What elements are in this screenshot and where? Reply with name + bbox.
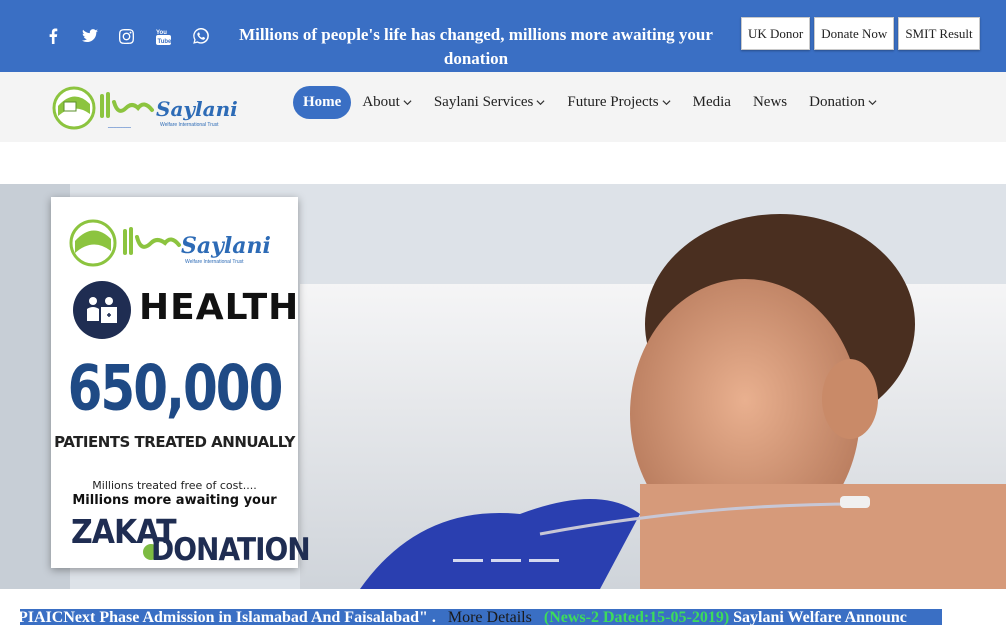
card-stat-value: 650,000 xyxy=(67,351,284,425)
card-logo-subtext: Welfare International Trust xyxy=(185,259,244,265)
chevron-down-icon xyxy=(536,99,545,105)
ticker-more-details-link[interactable]: More Details xyxy=(448,609,532,625)
chevron-down-icon xyxy=(868,99,877,105)
top-bar: You Tube Millions of people's life has ch… xyxy=(0,0,1006,72)
whatsapp-icon[interactable] xyxy=(182,24,219,48)
ticker-headline: PIAICNext Phase Admission in Islamabad A… xyxy=(20,609,436,625)
main-navbar: Saylani Welfare International Trust ــــ… xyxy=(0,72,1006,142)
health-campaign-card: Saylani Welfare International Trust HEAL… xyxy=(51,197,311,568)
twitter-icon[interactable] xyxy=(71,24,108,48)
youtube-icon[interactable]: You Tube xyxy=(145,24,182,48)
card-cta-donation: DONATION xyxy=(151,531,311,568)
ticker-end xyxy=(942,609,1006,625)
nav-news-label: News xyxy=(752,93,788,110)
card-line2: Millions more awaiting your xyxy=(72,493,277,508)
nav-home[interactable]: Home xyxy=(293,85,352,119)
card-category: HEALTH xyxy=(139,287,300,328)
slider-indicators xyxy=(453,559,559,562)
nav-news[interactable]: News xyxy=(753,94,787,111)
facebook-icon[interactable] xyxy=(34,24,71,48)
donate-now-button[interactable]: Donate Now xyxy=(814,17,895,50)
news-ticker: PIAICNext Phase Admission in Islamabad A… xyxy=(20,609,942,625)
health-icon xyxy=(73,281,131,339)
smit-result-button[interactable]: SMIT Result xyxy=(898,17,980,50)
nav-menu: Home About Saylani Services Future Proje… xyxy=(293,84,899,120)
hero-slider[interactable]: Saylani Welfare International Trust HEAL… xyxy=(0,184,1006,589)
nav-about[interactable]: About xyxy=(362,94,412,111)
uk-donor-button[interactable]: UK Donor xyxy=(741,17,811,50)
nav-about-label: About xyxy=(362,93,400,110)
nav-media[interactable]: Media xyxy=(693,94,731,111)
ticker-news-date: (News-2 Dated:15-05-2019) xyxy=(543,609,730,625)
slide-indicator-3[interactable] xyxy=(529,559,559,562)
instagram-icon[interactable] xyxy=(108,24,145,48)
nav-future-label: Future Projects xyxy=(567,93,659,110)
social-links: You Tube xyxy=(34,24,219,48)
card-logo-text: Saylani xyxy=(181,233,271,259)
chevron-down-icon xyxy=(662,99,671,105)
header-tagline: Millions of people's life has changed, m… xyxy=(239,25,713,68)
card-saylani-logo: Saylani Welfare International Trust xyxy=(69,219,271,267)
slide-indicator-2[interactable] xyxy=(491,559,521,562)
svg-text:Tube: Tube xyxy=(158,39,172,45)
svg-text:Saylani: Saylani xyxy=(156,97,238,121)
nav-donation[interactable]: Donation xyxy=(809,94,877,111)
nav-home-label: Home xyxy=(303,93,342,110)
svg-text:Welfare International Trust: Welfare International Trust xyxy=(160,122,219,128)
nav-services-label: Saylani Services xyxy=(433,93,534,110)
slide-indicator-1[interactable] xyxy=(453,559,483,562)
nav-saylani-services[interactable]: Saylani Services xyxy=(434,94,546,111)
svg-text:ـــــــــــــ: ـــــــــــــ xyxy=(107,123,131,130)
nav-donation-label: Donation xyxy=(809,93,865,110)
saylani-logo[interactable]: Saylani Welfare International Trust ــــ… xyxy=(52,84,242,132)
card-line1: Millions treated free of cost.... xyxy=(92,479,257,492)
chevron-down-icon xyxy=(403,99,412,105)
nav-media-label: Media xyxy=(692,93,731,110)
card-stat-label: PATIENTS TREATED ANNUALLY xyxy=(54,433,295,451)
top-buttons: UK Donor Donate Now SMIT Result xyxy=(741,17,980,50)
ticker-headline-2: Saylani Welfare Announc xyxy=(733,609,907,625)
nav-future-projects[interactable]: Future Projects xyxy=(567,93,671,111)
